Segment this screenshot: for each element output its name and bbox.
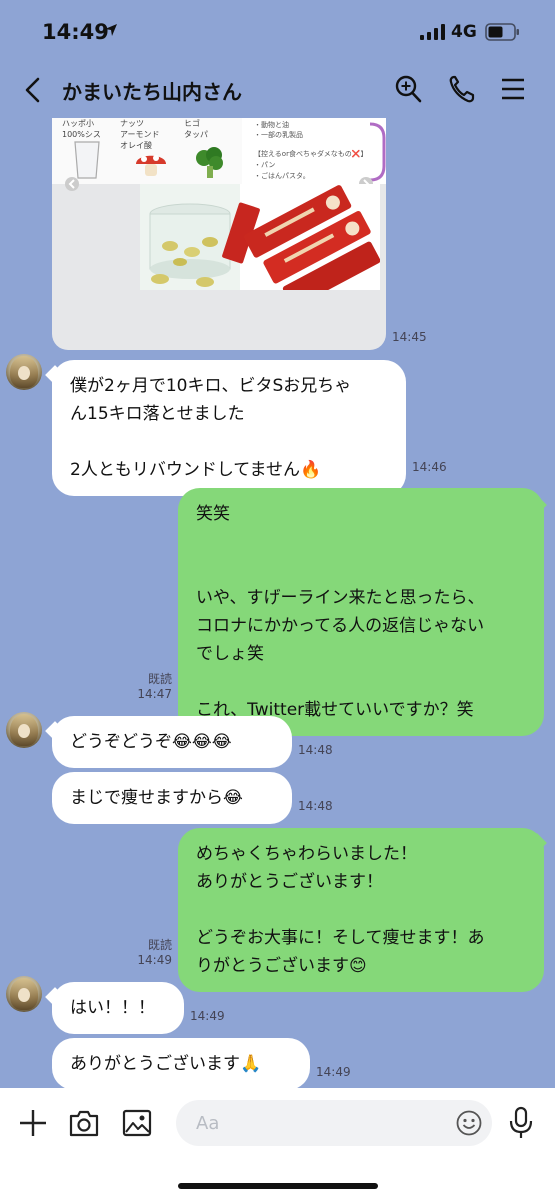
message-time: 14:49: [316, 1065, 351, 1079]
shared-image[interactable]: ハッポ小 100%シス ナッツ アーモンド オレイ酸 ヒゴ タッパ ・動物と油: [52, 118, 386, 350]
message-time: 14:49: [137, 953, 172, 967]
supplement-product-image: [140, 184, 381, 308]
message-bubble[interactable]: まじで痩せますから😂: [52, 772, 292, 824]
menu-icon[interactable]: [500, 74, 526, 104]
camera-icon[interactable]: [68, 1108, 100, 1138]
signal-icon: [420, 24, 445, 40]
mic-icon[interactable]: [508, 1106, 534, 1140]
home-indicator: [178, 1183, 378, 1189]
message-bubble[interactable]: 笑笑 いや、すげーライン来たと思ったら、 コロナにかかってる人の返信じゃない で…: [178, 488, 544, 736]
message-bubble[interactable]: はい！！！: [52, 982, 184, 1034]
chat-header: かまいたち山内さん: [0, 62, 555, 118]
message-input[interactable]: [176, 1100, 492, 1146]
chat-area[interactable]: ハッポ小 100%シス ナッツ アーモンド オレイ酸 ヒゴ タッパ ・動物と油: [0, 118, 555, 1088]
ad-line: ・一部の乳製品: [254, 131, 303, 139]
message-bubble[interactable]: ありがとうございます🙏: [52, 1038, 310, 1088]
broccoli-icon: [196, 147, 223, 178]
ad-caption: ヒゴ タッパ: [184, 119, 208, 139]
chat-title[interactable]: かまいたち山内さん: [62, 76, 242, 105]
mushroom-icon: [136, 155, 166, 176]
emoji-icon[interactable]: [456, 1110, 482, 1136]
ad-food-panel: ハッポ小 100%シス ナッツ アーモンド オレイ酸 ヒゴ タッパ: [54, 118, 232, 184]
message-time: 14:45: [392, 330, 427, 344]
ad-border-decoration: [369, 122, 386, 182]
avatar[interactable]: [6, 712, 42, 748]
status-bar: 14:49 4G: [0, 0, 555, 62]
milk-glass-icon: [74, 141, 100, 179]
message-time: 14:48: [298, 743, 333, 757]
read-receipt: 既読: [147, 938, 172, 952]
message-time: 14:47: [137, 687, 172, 701]
supplement-illustration: [140, 184, 381, 308]
battery-icon: [485, 23, 519, 41]
ad-line: ・動物と油: [254, 121, 289, 129]
avatar[interactable]: [6, 354, 42, 390]
ad-text-panel: ・動物と油 ・一部の乳製品 【控えるor食べちゃダメなもの❌】 ・パン ・ごはん…: [242, 118, 386, 184]
location-arrow-icon: [105, 24, 117, 36]
network-label: 4G: [451, 22, 477, 42]
message-bubble[interactable]: めちゃくちゃわらいました！ ありがとうございます！ どうぞお大事に！そして痩せま…: [178, 828, 544, 992]
message-bubble[interactable]: 僕が2ヶ月で10キロ、ビタSお兄ちゃ ん15キロ落とせました 2人ともリバウンド…: [52, 360, 406, 496]
ad-line: 【控えるor食べちゃダメなもの❌】: [254, 150, 368, 158]
message-bubble[interactable]: どうぞどうぞ😂😂😂: [52, 716, 292, 768]
message-time: 14:49: [190, 1009, 225, 1023]
plus-icon[interactable]: [18, 1108, 48, 1138]
status-time: 14:49: [42, 20, 109, 44]
ad-caption: ハッポ小 100%シス: [62, 119, 101, 139]
ad-caption: ナッツ アーモンド オレイ酸: [120, 119, 160, 150]
ad-line: ・パン: [254, 161, 276, 169]
prev-image-icon[interactable]: [64, 176, 80, 192]
image-icon[interactable]: [122, 1108, 152, 1138]
search-icon[interactable]: [394, 74, 422, 104]
message-time: 14:48: [298, 799, 333, 813]
back-icon[interactable]: [22, 76, 44, 104]
message-time: 14:46: [412, 460, 447, 474]
avatar[interactable]: [6, 976, 42, 1012]
ad-line: ・ごはんパスタ。: [254, 172, 310, 180]
ad-image-top: ハッポ小 100%シス ナッツ アーモンド オレイ酸 ヒゴ タッパ ・動物と油: [52, 118, 386, 184]
read-receipt: 既読: [147, 672, 172, 686]
phone-icon[interactable]: [448, 74, 476, 104]
